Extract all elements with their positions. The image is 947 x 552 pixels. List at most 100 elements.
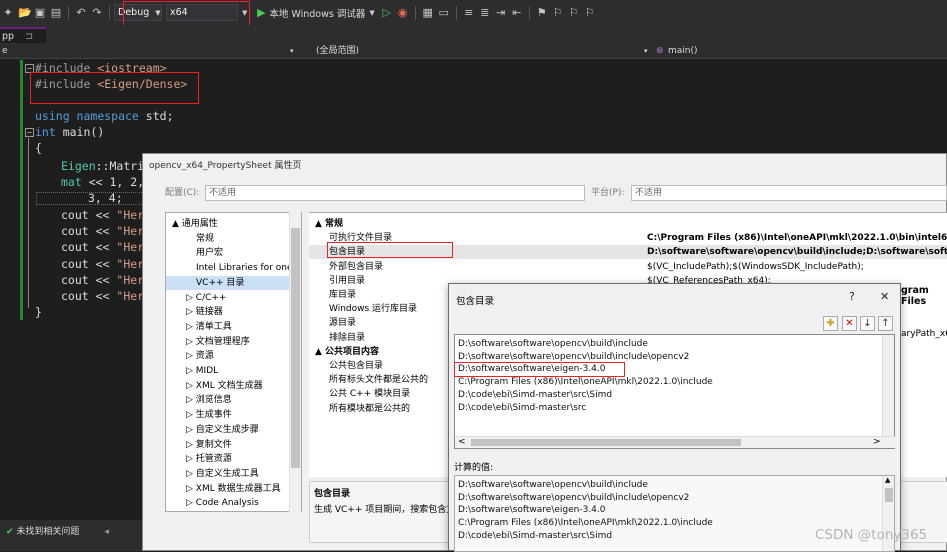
code-line: int main() — [35, 125, 105, 139]
start-without-debug-icon[interactable]: ▷ — [381, 6, 393, 19]
tree-item[interactable]: VC++ 目录 — [166, 275, 301, 290]
solution-platform-select[interactable]: x64 — [166, 4, 238, 21]
property-value: D:\software\software\opencv\build\includ… — [647, 247, 947, 258]
property-name: 公共包含目录 — [329, 361, 384, 371]
solution-explorer-icon[interactable]: ▦ — [422, 6, 434, 19]
tree-item[interactable]: ▷ 链接器 — [166, 305, 301, 319]
project-dropdown[interactable]: e — [2, 43, 8, 59]
scroll-up-icon[interactable]: ▲ — [885, 476, 890, 484]
undo-icon[interactable]: ↶ — [75, 6, 87, 19]
scroll-thumb[interactable] — [885, 488, 893, 502]
property-row[interactable]: 外部包含目录 $(VC_IncludePath);$(WindowsSDK_Inc… — [309, 260, 947, 274]
property-row[interactable]: 包含目录 D:\software\software\opencv\build\in… — [309, 245, 947, 260]
scroll-thumb[interactable] — [291, 228, 300, 468]
tree-item[interactable]: Intel Libraries for one — [166, 261, 301, 275]
next-bookmark-icon[interactable]: ⚐ — [568, 6, 580, 19]
tree-item[interactable]: 用户宏 — [166, 246, 301, 260]
scroll-left-icon[interactable]: < — [458, 437, 466, 447]
tree-item[interactable]: ▷ 托管资源 — [166, 452, 301, 466]
delete-icon[interactable]: ✕ — [842, 316, 857, 331]
tree-item[interactable]: ▲ 通用属性 — [166, 217, 301, 231]
tree-item[interactable]: ▷ 清单工具 — [166, 320, 301, 334]
horizontal-scrollbar[interactable]: < > — [455, 436, 896, 448]
new-line-icon[interactable]: ✚ — [823, 316, 838, 331]
collapse-icon[interactable]: − — [25, 128, 34, 137]
code-line: cout << "Here — [61, 257, 152, 271]
scroll-thumb[interactable] — [471, 439, 741, 446]
include-dir-item[interactable]: D:\code\ebi\Simd-master\src\Simd — [458, 389, 612, 402]
include-directories-dialog: 包含目录 ? ✕ ✚ ✕ ↓ ↑ < > D:\software\softwar… — [448, 283, 901, 552]
tree-item[interactable]: ▷ 复制文件 — [166, 438, 301, 452]
fold-guide — [28, 138, 29, 308]
prev-bookmark-icon[interactable]: ⚐ — [552, 6, 564, 19]
evaluated-value-label: 计算的值: — [454, 463, 494, 473]
tree-item[interactable]: ▷ 文档管理程序 — [166, 335, 301, 349]
tree-item[interactable]: ▷ XML 文档生成器 — [166, 379, 301, 393]
chevron-down-icon[interactable]: ▾ — [644, 43, 648, 59]
outdent-icon[interactable]: ⇤ — [511, 6, 523, 19]
chevron-down-icon: ▼ — [155, 8, 161, 17]
tree-item[interactable]: ▷ MIDL — [166, 364, 301, 378]
property-name: Windows 运行库目录 — [329, 304, 418, 315]
include-dir-list[interactable]: < > D:\software\software\opencv\build\in… — [454, 334, 896, 449]
include-dir-item[interactable]: C:\Program Files (x86)\Intel\oneAPI\mkl\… — [458, 376, 713, 389]
evaluated-item: D:\code\ebi\Simd-master\src\Simd — [458, 530, 613, 541]
scroll-right-icon[interactable]: > — [873, 437, 881, 447]
move-down-icon[interactable]: ↓ — [860, 316, 875, 331]
tree-item[interactable]: ▷ XML 数据生成器工具 — [166, 482, 301, 496]
scope-dropdown[interactable]: (全局范围) — [316, 43, 359, 59]
evaluated-item: C:\Program Files (x86)\Intel\oneAPI\mkl\… — [458, 518, 713, 529]
navigation-bar: e ▾ (全局范围) ▾ ⊛ main() — [0, 43, 947, 59]
vertical-scrollbar[interactable] — [882, 335, 894, 437]
help-button[interactable]: ? — [849, 290, 855, 303]
include-dir-item[interactable]: D:\software\software\opencv\build\includ… — [458, 351, 689, 364]
chevron-down-icon[interactable]: ▾ — [290, 43, 294, 59]
include-dir-item[interactable]: D:\software\software\opencv\build\includ… — [458, 338, 648, 351]
include-dir-item[interactable]: D:\code\ebi\Simd-master\src — [458, 402, 586, 415]
tree-scrollbar[interactable] — [289, 212, 301, 512]
chevron-down-icon[interactable]: ▼ — [369, 9, 374, 17]
code-line: cout << "Here — [61, 289, 152, 303]
move-up-icon[interactable]: ↑ — [878, 316, 893, 331]
indent-icon[interactable]: ⇥ — [495, 6, 507, 19]
tree-item[interactable]: ▷ 自定义生成工具 — [166, 467, 301, 481]
comment-icon[interactable]: ≡ — [463, 6, 475, 19]
redo-icon[interactable]: ↷ — [91, 6, 103, 19]
code-line: mat << 1, 2, — [61, 175, 145, 189]
clear-bookmarks-icon[interactable]: ⚐ — [584, 6, 596, 19]
new-project-icon[interactable]: ✦ — [2, 6, 14, 19]
member-dropdown[interactable]: main() — [668, 43, 698, 59]
platform-select[interactable]: 不适用 — [631, 185, 947, 201]
tree-item[interactable]: ▷ 资源 — [166, 349, 301, 363]
chevron-down-icon[interactable]: ▼ — [242, 9, 247, 17]
open-folder-icon[interactable]: 📂 — [18, 6, 32, 19]
include-dir-item[interactable]: D:\software\software\eigen-3.4.0 — [458, 363, 606, 376]
collapse-icon[interactable]: − — [25, 64, 34, 73]
performance-profiler-icon[interactable]: ◉ — [397, 6, 409, 19]
save-icon[interactable]: ▣ — [34, 6, 46, 19]
config-select[interactable]: 不适用 — [205, 185, 585, 201]
property-tree[interactable]: ▲ 通用属性 常规 用户宏 Intel Libraries for one VC++ 目… — [165, 212, 302, 512]
tree-item[interactable]: 常规 — [166, 232, 301, 246]
tree-item[interactable]: ▷ 浏览信息 — [166, 393, 301, 407]
evaluated-item: D:\software\software\opencv\build\includ… — [458, 492, 690, 503]
bookmark-icon[interactable]: ⚑ — [536, 6, 548, 19]
start-debug-button[interactable]: 本地 Windows 调试器 — [269, 6, 365, 20]
tab-source-file[interactable]: pp ⊐ × — [0, 27, 46, 58]
start-debug-icon[interactable]: ▶ — [255, 6, 267, 19]
solution-config-select[interactable]: Debug ▼ — [114, 4, 162, 21]
change-marker — [20, 60, 23, 320]
property-row[interactable]: ▲ 常规 — [309, 217, 947, 231]
save-all-icon[interactable]: ▤ — [50, 6, 62, 19]
property-row[interactable]: 可执行文件目录 C:\Program Files (x86)\Intel\oneA… — [309, 231, 947, 245]
issues-status[interactable]: 未找到相关问题 — [16, 527, 79, 537]
pin-icon[interactable]: ⊐ — [25, 31, 33, 42]
tree-item[interactable]: ▷ 生成事件 — [166, 408, 301, 422]
tree-item[interactable]: ▷ C/C++ — [166, 291, 301, 305]
layout-icon[interactable]: ▭ — [438, 6, 450, 19]
uncomment-icon[interactable]: ≣ — [479, 6, 491, 19]
tree-item[interactable]: ▷ Code Analysis — [166, 496, 301, 510]
scroll-left-icon[interactable]: ◂ — [104, 527, 109, 537]
close-button[interactable]: ✕ — [880, 290, 889, 303]
tree-item[interactable]: ▷ 自定义生成步骤 — [166, 423, 301, 437]
